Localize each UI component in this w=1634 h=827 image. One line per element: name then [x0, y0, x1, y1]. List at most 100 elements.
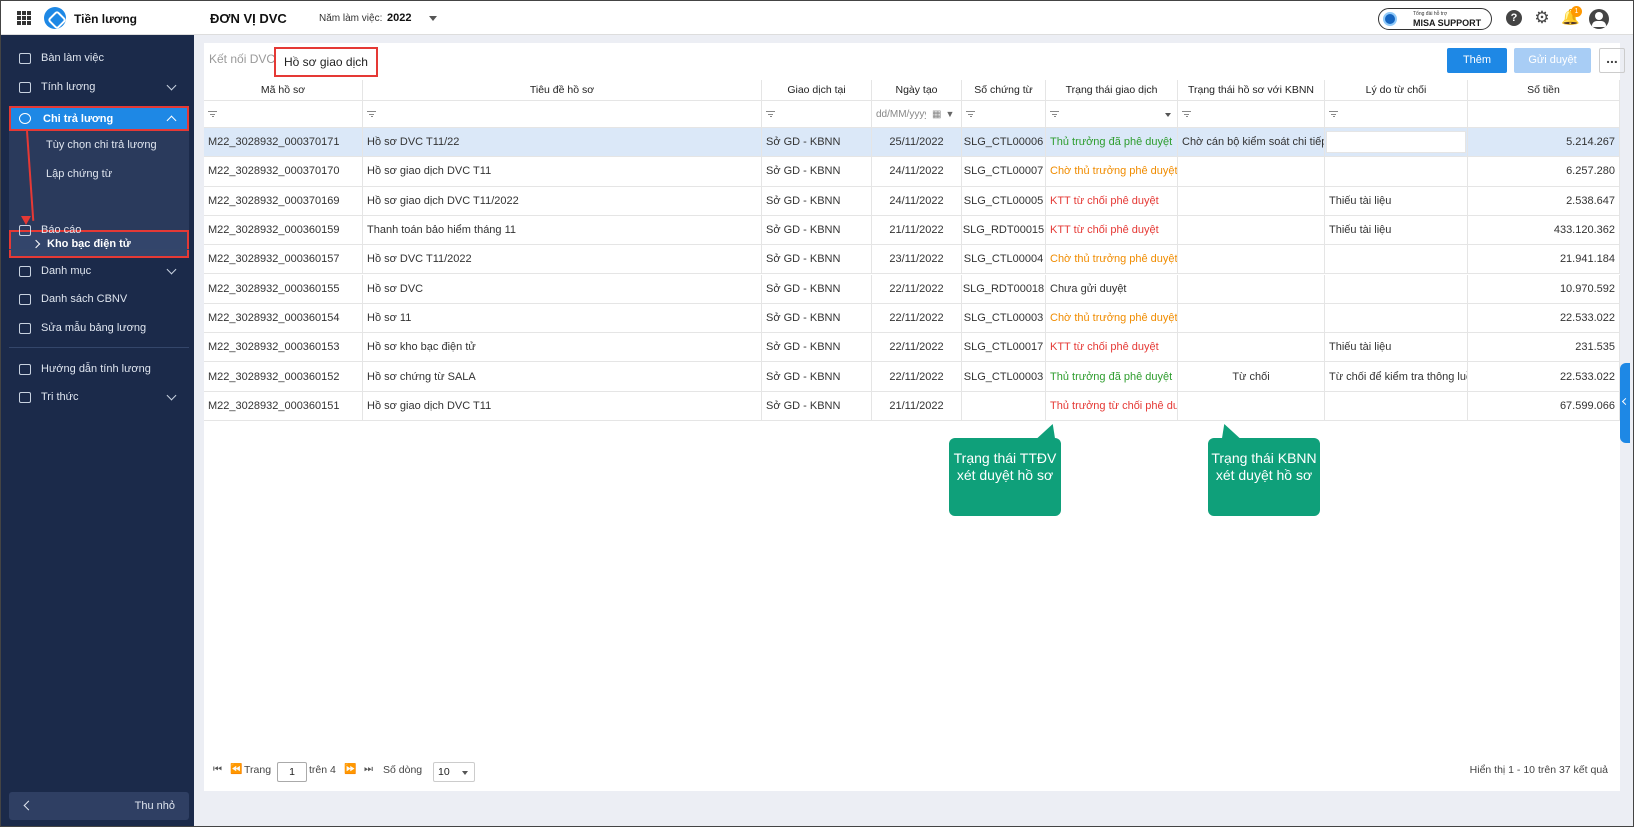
column-header[interactable]: Ngày tạo	[872, 80, 962, 100]
chevron-down-icon[interactable]	[429, 16, 437, 21]
sidebar-item-dashboard[interactable]: Bàn làm việc	[19, 48, 189, 68]
filter-funnel-icon[interactable]: ▼	[945, 109, 954, 119]
sidebar-item-label: Danh mục	[41, 265, 92, 277]
top-header: Tiền lương ĐƠN VỊ DVC Năm làm việc: 2022…	[1, 1, 1633, 35]
filter-icon[interactable]	[1182, 111, 1191, 117]
org-name[interactable]: ĐƠN VỊ DVC	[210, 11, 287, 26]
sidebar-item-salary-payment[interactable]: Chi trả lương	[9, 106, 189, 131]
tab-dvc-connection[interactable]: Kết nối DVC	[209, 52, 275, 66]
filter-icon[interactable]	[367, 111, 376, 117]
table-cell-kbnn	[1178, 303, 1325, 333]
filter-cell[interactable]	[962, 101, 1046, 127]
table-cell-code: M22_3028932_000360157	[204, 245, 363, 274]
table-cell-place: Sở GD - KBNN	[762, 186, 872, 215]
year-value[interactable]: 2022	[387, 12, 411, 24]
table-cell-doc: SLG_CTL00003	[962, 362, 1046, 391]
table-cell-title: Hồ sơ giao dịch DVC T11/2022	[363, 186, 762, 215]
table-cell-amount: 6.257.280	[1468, 157, 1620, 186]
sidebar-item-catalog[interactable]: Danh mục	[19, 261, 189, 281]
sidebar-item-edit-template[interactable]: Sửa mẫu bảng lương	[19, 318, 189, 338]
filter-cell[interactable]	[1468, 101, 1620, 127]
table-row[interactable]: M22_3028932_000360154 Hồ sơ 11 Sở GD - KBN…	[204, 303, 1620, 334]
table-cell-doc: SLG_CTL00003	[962, 303, 1046, 333]
filter-cell[interactable]	[1046, 101, 1178, 127]
table-row[interactable]: M22_3028932_000370169 Hồ sơ giao dịch DVC…	[204, 186, 1620, 216]
send-approval-button[interactable]: Gửi duyệt	[1514, 48, 1591, 73]
sidebar-divider	[9, 347, 189, 348]
add-button[interactable]: Thêm	[1447, 48, 1507, 73]
table-cell-kbnn	[1178, 186, 1325, 215]
filter-icon[interactable]	[766, 111, 775, 117]
sidebar: Bàn làm việc Tính lương Chi trả lương Tù…	[1, 35, 194, 826]
submenu-payment-options[interactable]: Tùy chọn chi trả lương	[46, 139, 157, 151]
avatar[interactable]	[1589, 9, 1609, 29]
sidebar-item-payroll[interactable]: Tính lương	[19, 77, 189, 97]
column-header[interactable]: Số tiền	[1468, 80, 1620, 100]
sidebar-item-guide[interactable]: Hướng dẫn tính lương	[19, 359, 189, 379]
table-row[interactable]: M22_3028932_000360157 Hồ sơ DVC T11/2022 S…	[204, 245, 1620, 275]
table-cell-doc: SLG_CTL00004	[962, 245, 1046, 274]
filter-cell[interactable]: dd/MM/yyyy ▦ ▼	[872, 101, 962, 127]
reason-input[interactable]	[1326, 131, 1466, 153]
column-header[interactable]: Mã hồ sơ	[204, 80, 363, 100]
table-row[interactable]: M22_3028932_000360153 Hồ sơ kho bạc điện …	[204, 333, 1620, 363]
table-cell-kbnn	[1178, 391, 1325, 420]
table-cell-date: 22/11/2022	[872, 303, 962, 333]
side-panel-toggle[interactable]	[1620, 363, 1630, 443]
table-cell-title: Hồ sơ giao dịch DVC T11	[363, 157, 762, 186]
callout-text: Trạng thái KBNN xét duyệt hồ sơ	[1211, 450, 1317, 483]
date-filter-input[interactable]: dd/MM/yyyy	[876, 109, 926, 120]
calculator-icon	[19, 81, 31, 93]
column-header[interactable]: Trạng thái hồ sơ với KBNN	[1178, 80, 1325, 100]
sidebar-item-reports[interactable]: Báo cáo	[19, 220, 189, 240]
filter-icon[interactable]	[1329, 111, 1338, 117]
column-header[interactable]: Lý do từ chối	[1325, 80, 1468, 100]
support-button[interactable]: Tổng đài hỗ trợ MISA SUPPORT	[1378, 8, 1492, 30]
filter-icon[interactable]	[1050, 111, 1059, 117]
table-row[interactable]: M22_3028932_000360152 Hồ sơ chứng từ SALA…	[204, 362, 1620, 392]
table-row[interactable]: M22_3028932_000360159 Thanh toán bảo hiểm…	[204, 215, 1620, 246]
calendar-icon[interactable]: ▦	[932, 109, 941, 120]
table-cell-code: M22_3028932_000360159	[204, 215, 363, 245]
filter-cell[interactable]	[762, 101, 872, 127]
page-of-label: trên 4	[309, 764, 336, 776]
column-header[interactable]: Số chứng từ	[962, 80, 1046, 100]
next-page-icon[interactable]: ⏩	[344, 764, 356, 775]
page-input[interactable]: 1	[277, 762, 307, 782]
table-cell-reason	[1325, 157, 1468, 186]
column-header[interactable]: Trạng thái giao dịch	[1046, 80, 1178, 100]
filter-cell[interactable]	[1325, 101, 1468, 127]
list-icon	[19, 265, 31, 277]
table-cell-amount: 2.538.647	[1468, 186, 1620, 215]
column-header[interactable]: Giao dịch tại	[762, 80, 872, 100]
app-grid-icon[interactable]	[17, 11, 31, 25]
table-row[interactable]: M22_3028932_000370171 Hồ sơ DVC T11/22 Sở …	[204, 128, 1620, 158]
column-header[interactable]: Tiêu đề hồ sơ	[363, 80, 762, 100]
prev-page-icon[interactable]: ⏪	[230, 764, 242, 775]
table-row[interactable]: M22_3028932_000370170 Hồ sơ giao dịch DVC…	[204, 157, 1620, 187]
filter-icon[interactable]	[208, 111, 217, 117]
filter-icon[interactable]	[966, 111, 975, 117]
more-options-button[interactable]: ...	[1599, 48, 1625, 73]
first-page-icon[interactable]: ⏮	[213, 764, 222, 775]
collapse-sidebar-button[interactable]: Thu nhỏ	[9, 792, 189, 820]
table-cell-reason	[1325, 391, 1468, 420]
filter-cell[interactable]	[363, 101, 762, 127]
help-icon[interactable]: ?	[1506, 10, 1522, 26]
table-cell-title: Hồ sơ giao dịch DVC T11	[363, 391, 762, 420]
table-cell-place: Sở GD - KBNN	[762, 333, 872, 362]
tab-transaction-records[interactable]: Hồ sơ giao dịch	[274, 47, 378, 77]
gear-icon[interactable]: ⚙	[1534, 9, 1550, 26]
table-cell-code: M22_3028932_000360154	[204, 303, 363, 333]
filter-cell[interactable]	[1178, 101, 1325, 127]
table-row[interactable]: M22_3028932_000360155 Hồ sơ DVC Sở GD - KB…	[204, 274, 1620, 304]
rows-per-page-select[interactable]: 10	[433, 762, 475, 782]
submenu-create-voucher[interactable]: Lập chứng từ	[46, 168, 112, 180]
sidebar-item-knowledge[interactable]: Tri thức	[19, 387, 189, 407]
last-page-icon[interactable]: ⏭	[364, 764, 373, 775]
sidebar-item-label: Hướng dẫn tính lương	[41, 363, 151, 375]
filter-cell[interactable]	[204, 101, 363, 127]
sidebar-item-label: Sửa mẫu bảng lương	[41, 322, 147, 334]
sidebar-item-employees[interactable]: Danh sách CBNV	[19, 289, 189, 309]
table-row[interactable]: M22_3028932_000360151 Hồ sơ giao dịch DVC…	[204, 391, 1620, 421]
